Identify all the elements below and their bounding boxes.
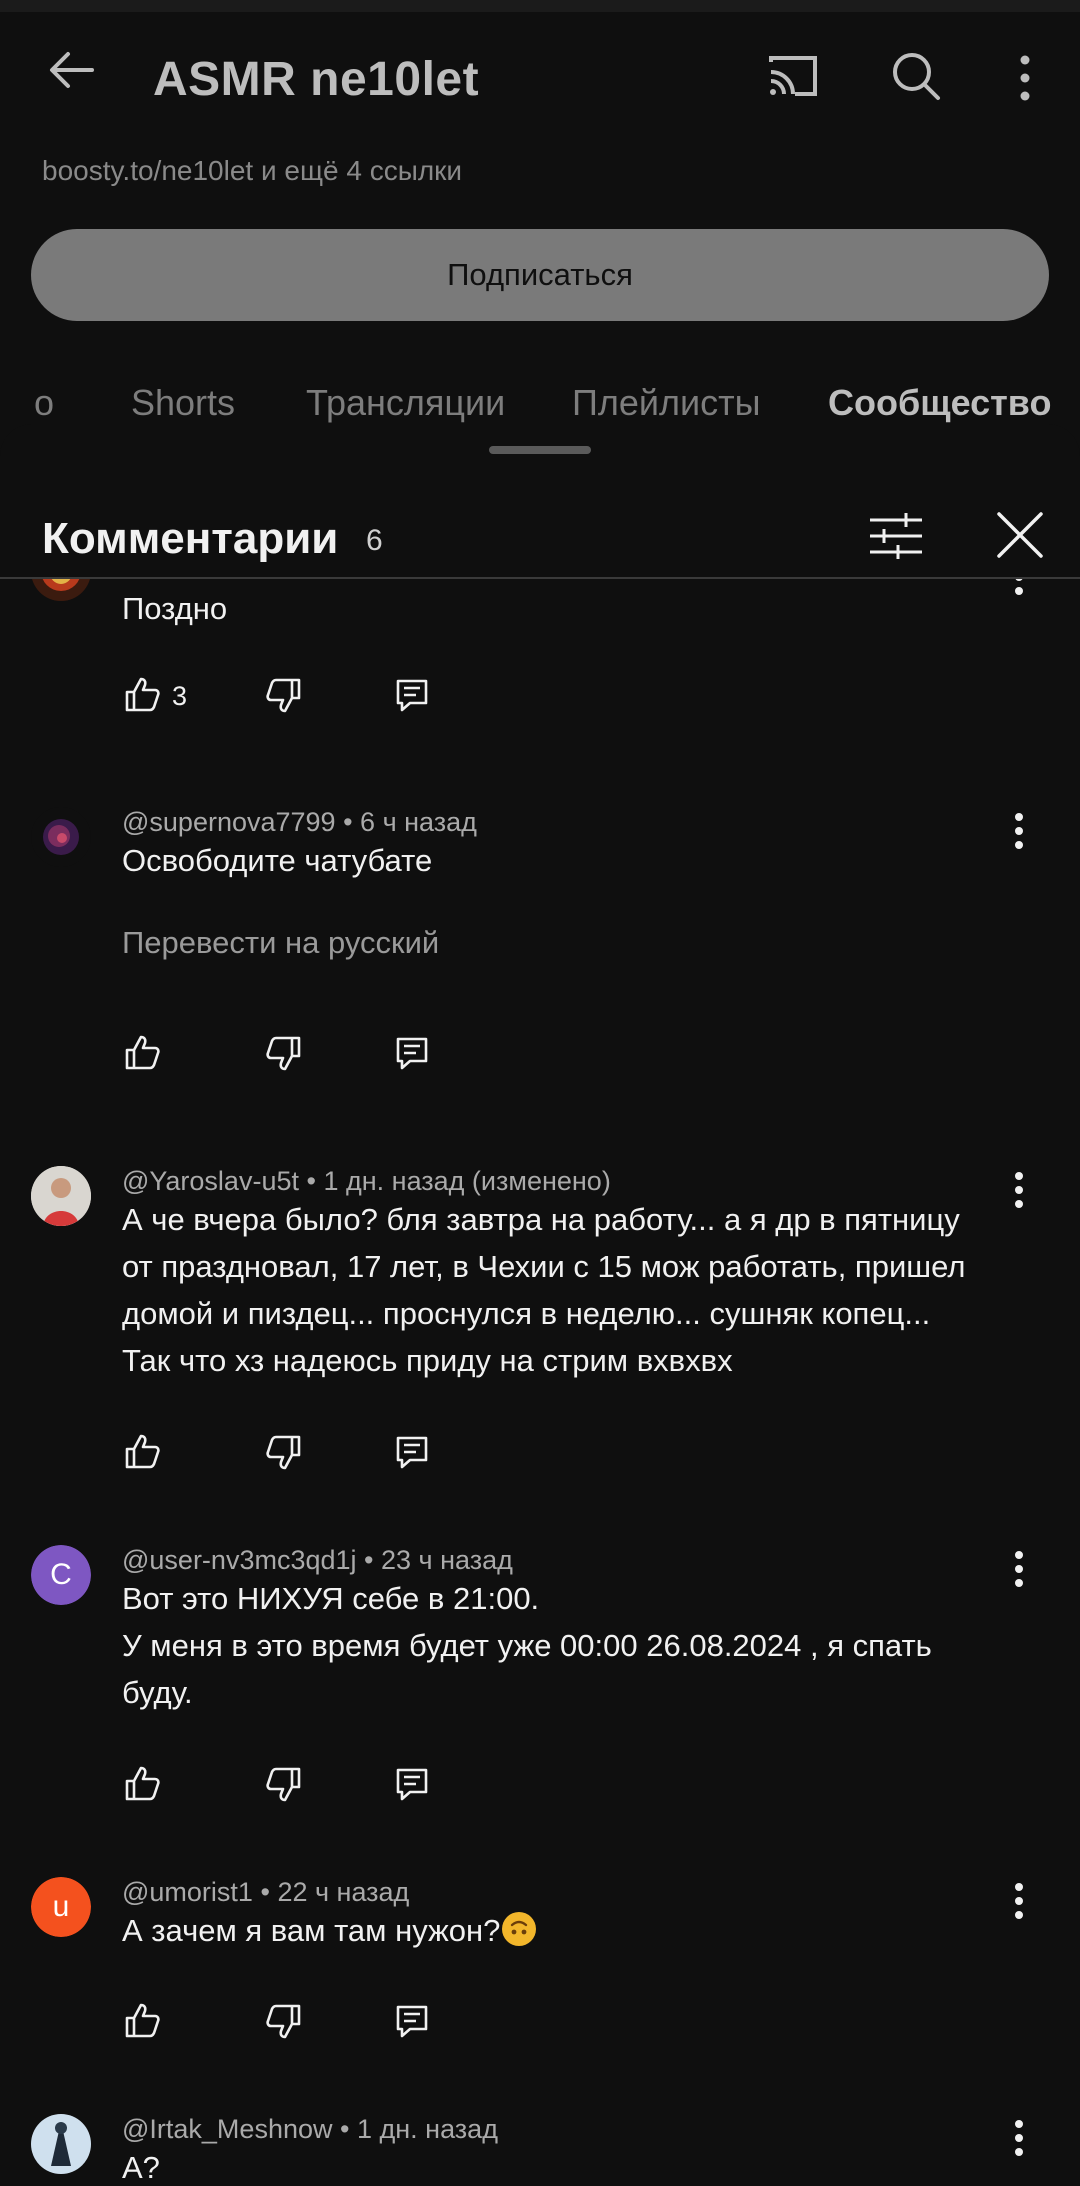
comment-author[interactable]: @Yaroslav-u5t [122, 1166, 299, 1196]
avatar[interactable]: u [31, 1877, 91, 1937]
dislike-icon[interactable] [264, 1764, 304, 1804]
comment-time: 1 дн. назад [356, 2114, 498, 2144]
comment-time: 23 ч назад [381, 1545, 513, 1575]
comment-meta: @umorist1 • 22 ч назад [122, 1877, 409, 1908]
comment-meta: @supernova7799 • 6 ч назад [122, 807, 477, 838]
channel-links[interactable]: boosty.to/ne10let и ещё 4 ссылки [42, 155, 462, 187]
avatar[interactable]: С [31, 1545, 91, 1605]
channel-tabs: о Shorts Трансляции Плейлисты Сообщество [0, 370, 1080, 430]
comment-line: буду. [122, 1675, 193, 1710]
comment-actions [122, 1428, 442, 1478]
reply-icon[interactable] [392, 1764, 432, 1804]
lion-avatar-icon [32, 579, 90, 601]
dislike-icon[interactable] [264, 1033, 304, 1073]
like-count: 3 [172, 681, 188, 711]
tab-partial[interactable]: о [34, 382, 54, 424]
back-arrow-icon[interactable] [44, 42, 100, 98]
comments-list: Поздно 3 @supernova7799 • 6 ч назад Осво… [0, 579, 1080, 2186]
comment-author[interactable]: @supernova7799 [122, 807, 336, 837]
comment-meta: @Irtak_Meshnow • 1 дн. назад [122, 2114, 498, 2145]
like-icon[interactable] [122, 675, 162, 715]
cast-icon[interactable] [765, 48, 821, 104]
comment-author[interactable]: @umorist1 [122, 1877, 253, 1907]
meta-separator: • [343, 807, 353, 837]
avatar[interactable] [31, 2114, 91, 2174]
upside-down-face-emoji-icon [502, 1912, 537, 1946]
comments-header: Комментарии 6 [0, 484, 1080, 584]
comment-meta: @user-nv3mc3qd1j • 23 ч назад [122, 1545, 513, 1576]
letter-avatar: u [31, 1877, 91, 1937]
comment-line: А че вчера было? бля завтра на работу...… [122, 1202, 960, 1237]
like-icon[interactable] [122, 2001, 162, 2041]
comment-time: 6 ч назад [360, 807, 477, 837]
tab-shorts[interactable]: Shorts [131, 382, 235, 424]
figure-avatar-icon [31, 2114, 91, 2174]
dislike-icon[interactable] [264, 1432, 304, 1472]
comment-text: А че вчера было? бля завтра на работу...… [122, 1196, 1022, 1384]
meta-separator: • [364, 1545, 374, 1575]
comment-time: 1 дн. назад (изменено) [323, 1166, 611, 1196]
comment-actions [122, 1760, 442, 1810]
filter-icon[interactable] [868, 510, 924, 562]
nebula-avatar-icon [31, 807, 91, 867]
meta-separator: • [260, 1877, 270, 1907]
reply-icon[interactable] [392, 675, 432, 715]
meta-separator: • [306, 1166, 316, 1196]
comment-text: Поздно [122, 591, 228, 626]
comment-line: У меня в это время будет уже 00:00 26.08… [122, 1628, 932, 1663]
avatar[interactable] [31, 807, 91, 867]
comment-line: Так что хз надеюсь приду на стрим вхвхвх [122, 1343, 733, 1378]
dislike-icon[interactable] [264, 2001, 304, 2041]
comments-title: Комментарии [42, 514, 339, 563]
comment-text-content: А зачем я вам там нужон? [122, 1913, 501, 1948]
comment-actions [122, 1997, 442, 2047]
meta-separator: • [340, 2114, 350, 2144]
comment-meta: @Yaroslav-u5t • 1 дн. назад (изменено) [122, 1166, 611, 1197]
comment-time: 22 ч назад [277, 1877, 410, 1907]
subscribe-button[interactable]: Подписаться [31, 229, 1049, 321]
dislike-icon[interactable] [264, 675, 304, 715]
reply-icon[interactable] [392, 1432, 432, 1472]
translate-link[interactable]: Перевести на русский [122, 925, 439, 961]
like-icon[interactable] [122, 1764, 162, 1804]
reply-icon[interactable] [392, 2001, 432, 2041]
close-icon[interactable] [993, 508, 1047, 562]
comment-text: Освободите чатубате [122, 843, 433, 878]
avatar[interactable] [31, 579, 91, 601]
photo-avatar-icon [31, 1166, 91, 1226]
search-icon[interactable] [888, 48, 944, 104]
tab-community[interactable]: Сообщество [828, 382, 1051, 424]
letter-avatar: С [31, 1545, 91, 1605]
tab-playlists[interactable]: Плейлисты [572, 382, 761, 424]
tab-live[interactable]: Трансляции [306, 382, 505, 424]
comment-actions: 3 [122, 671, 442, 721]
comment-actions [122, 1029, 442, 1079]
like-icon[interactable] [122, 1432, 162, 1472]
drag-handle[interactable] [489, 446, 591, 454]
comment-text: Вот это НИХУЯ себе в 21:00. У меня в это… [122, 1575, 1022, 1716]
status-bar [0, 0, 1080, 12]
comments-count: 6 [366, 524, 383, 557]
comment-line: домой и пиздец... проснулся в неделю... … [122, 1296, 931, 1331]
reply-icon[interactable] [392, 1033, 432, 1073]
like-icon[interactable] [122, 1033, 162, 1073]
comments-sheet: Комментарии 6 Поздно 3 @supernova7799 • … [0, 424, 1080, 2186]
comment-text: А зачем я вам там нужон? [122, 1907, 1022, 1954]
more-vert-icon[interactable] [1010, 48, 1040, 108]
comment-line: от праздновал, 17 лет, в Чехии с 15 мож … [122, 1249, 966, 1284]
comment-line: Вот это НИХУЯ себе в 21:00. [122, 1581, 540, 1616]
channel-title: ASMR ne10let [153, 53, 480, 106]
app-bar: ASMR ne10let [0, 12, 1080, 142]
comment-author[interactable]: @Irtak_Meshnow [122, 2114, 333, 2144]
comment-text: А? [122, 2150, 160, 2185]
avatar[interactable] [31, 1166, 91, 1226]
comment-author[interactable]: @user-nv3mc3qd1j [122, 1545, 357, 1575]
